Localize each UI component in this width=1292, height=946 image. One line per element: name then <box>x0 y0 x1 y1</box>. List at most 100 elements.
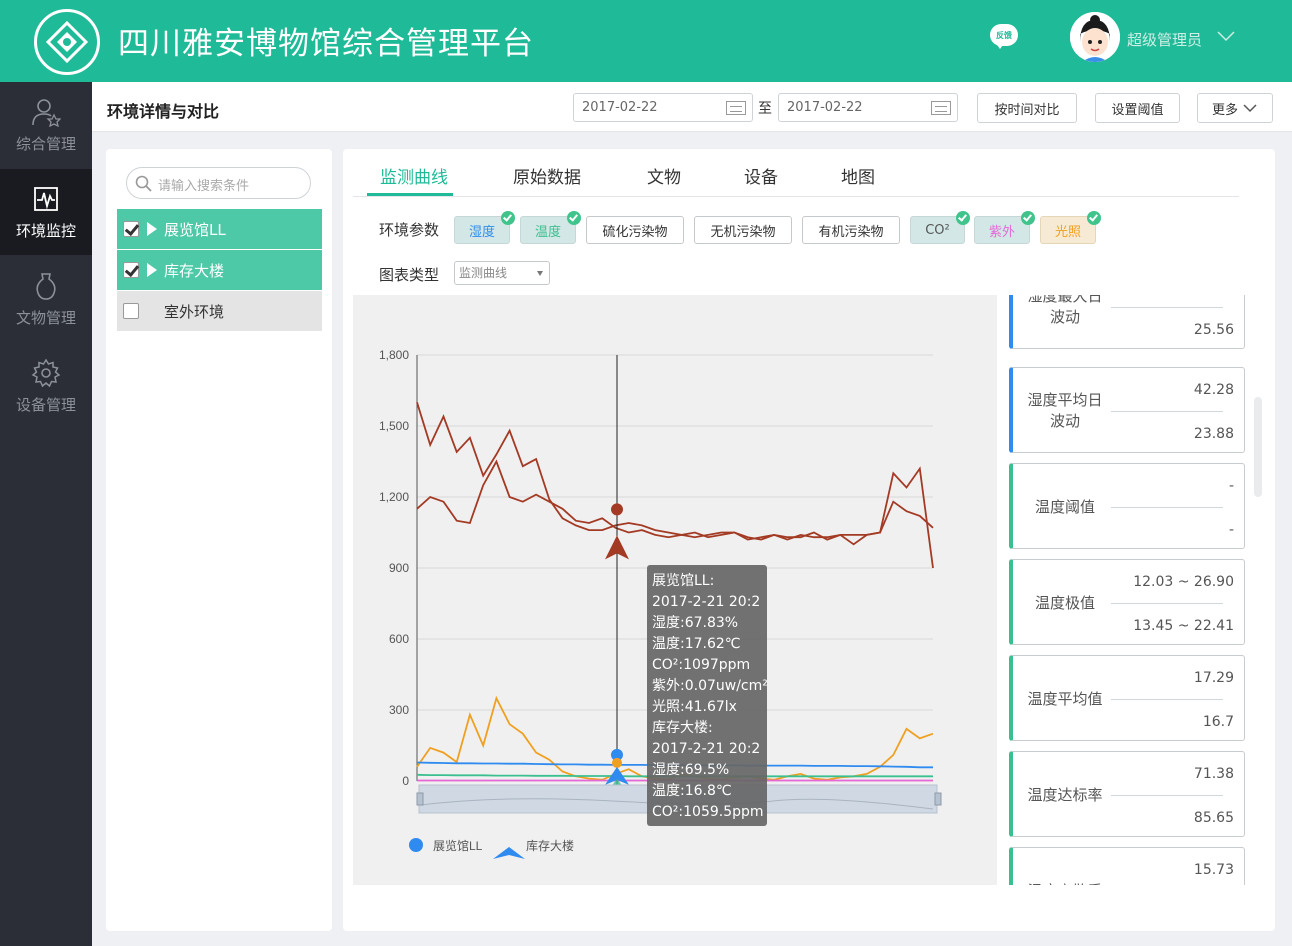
check-badge-icon <box>1087 211 1101 225</box>
search-input[interactable]: 请输入搜索条件 <box>126 167 311 199</box>
tooltip-line: 光照:41.67lx <box>652 699 737 715</box>
tree-item-label: 库存大楼 <box>164 262 225 280</box>
y-tick-label: 1,200 <box>379 490 409 504</box>
gear-icon <box>31 358 61 387</box>
compare-by-time-button[interactable]: 按时间对比 <box>977 93 1077 123</box>
museum-logo <box>34 9 100 75</box>
stat-divider <box>1111 699 1223 700</box>
stat-card: 湿度最大日波动42.4425.56 <box>1009 295 1245 349</box>
tooltip-line: 紫外:0.07uw/cm² <box>652 678 768 694</box>
stat-name: 温度极值 <box>1034 594 1095 612</box>
tooltip-line: 湿度:67.83% <box>652 615 739 631</box>
sidebar-item-relics[interactable]: 文物管理 <box>0 256 92 342</box>
stat-name: 温度离散系 <box>1021 881 1109 885</box>
param-label: 温度 <box>534 224 561 240</box>
start-date-input[interactable]: 2017-02-22 <box>573 93 753 122</box>
env-param-label: 环境参数 <box>379 221 440 239</box>
data-zoom-handle-left[interactable] <box>416 792 424 806</box>
search-icon <box>135 175 152 192</box>
tree-item-exhibition-hall[interactable]: 展览馆LL <box>117 209 322 249</box>
data-zoom-handle-right[interactable] <box>934 792 942 806</box>
user-name[interactable]: 超级管理员 <box>1127 29 1202 50</box>
stat-name: 温度阈值 <box>1034 498 1095 516</box>
expand-arrow-icon[interactable] <box>147 222 157 236</box>
chevron-down-icon[interactable] <box>1216 30 1236 42</box>
tree-item-outdoor[interactable]: 室外环境 <box>117 291 322 331</box>
legend-marker-arrow[interactable] <box>493 847 525 859</box>
calendar-icon[interactable] <box>726 101 746 115</box>
stat-value-primary: 17.29 <box>1193 670 1234 686</box>
legend-label[interactable]: 展览馆LL <box>433 838 483 853</box>
tree-item-label: 展览馆LL <box>164 221 226 239</box>
stat-value-primary: - <box>1228 478 1234 494</box>
stat-divider <box>1111 307 1223 308</box>
expand-arrow-icon[interactable] <box>147 263 157 277</box>
tree-item-label: 室外环境 <box>164 303 225 321</box>
legend-marker-circle[interactable] <box>409 838 423 852</box>
tree-checkbox[interactable] <box>123 262 139 278</box>
stats-list: 湿度最大日波动42.4425.56 湿度平均日波动 42.28 23.88 温度阈值 - -… <box>1007 295 1247 885</box>
tree-checkbox[interactable] <box>123 221 139 237</box>
chart-type-select[interactable]: 监测曲线 <box>454 261 550 285</box>
param-humidity[interactable]: 湿度 <box>454 211 515 244</box>
stat-value-primary: 71.38 <box>1193 766 1234 782</box>
legend-label[interactable]: 库存大楼 <box>526 838 574 853</box>
param-organic-pollutant[interactable]: 有机污染物 <box>802 216 900 244</box>
feedback-bubble-tail <box>995 42 1005 49</box>
chevron-down-icon <box>1243 104 1257 113</box>
param-co2[interactable]: CO² <box>910 211 970 244</box>
more-button[interactable]: 更多 <box>1197 93 1273 123</box>
start-date-value: 2017-02-22 <box>582 100 658 115</box>
stat-value-secondary: 25.56 <box>1193 322 1234 338</box>
tooltip-line: 湿度:69.5% <box>652 762 730 778</box>
tooltip-line: 展览馆LL: <box>652 573 715 589</box>
dropdown-arrow-icon <box>537 271 543 276</box>
y-tick-label: 900 <box>389 561 409 575</box>
stat-value-secondary: - <box>1228 522 1234 538</box>
feedback-button[interactable]: 反馈 <box>990 24 1018 50</box>
search-placeholder: 请输入搜索条件 <box>158 179 250 194</box>
tab-map[interactable]: 地图 <box>841 163 875 188</box>
tab-raw-data[interactable]: 原始数据 <box>513 163 581 188</box>
tooltip-line: 库存大楼: <box>652 720 713 736</box>
sub-header: 环境详情与对比 2017-02-22 至 2017-02-22 按时间对比 设置… <box>92 82 1292 132</box>
series-line <box>416 459 934 546</box>
sidebar-item-devices[interactable]: 设备管理 <box>0 343 92 429</box>
param-label: 湿度 <box>468 224 495 240</box>
tab-devices[interactable]: 设备 <box>744 163 778 188</box>
tree-item-storage-building[interactable]: 库存大楼 <box>117 250 322 290</box>
param-label: 硫化污染物 <box>602 224 668 240</box>
param-inorganic-pollutant[interactable]: 无机污染物 <box>694 216 792 244</box>
tree-checkbox[interactable] <box>123 303 139 319</box>
param-label: 无机污染物 <box>710 224 776 240</box>
tab-divider <box>353 196 1239 197</box>
tooltip-line: CO²:1059.5ppm <box>652 804 764 820</box>
tooltip-line: 2017-2-21 20:2 <box>652 741 761 757</box>
pulse-monitor-icon <box>34 186 58 211</box>
user-star-icon <box>32 98 61 127</box>
stat-value-primary: 15.73 <box>1193 862 1234 878</box>
app-title: 四川雅安博物馆综合管理平台 <box>118 26 534 62</box>
tab-relics[interactable]: 文物 <box>647 163 681 188</box>
end-date-input[interactable]: 2017-02-22 <box>778 93 958 122</box>
avatar[interactable] <box>1070 12 1120 62</box>
param-sulfide-pollutant[interactable]: 硫化污染物 <box>586 216 684 244</box>
param-temperature[interactable]: 温度 <box>520 211 581 244</box>
check-badge-icon <box>567 211 581 225</box>
sidebar-item-overview[interactable]: 综合管理 <box>0 82 92 168</box>
param-illumination[interactable]: 光照 <box>1040 211 1101 244</box>
param-label: 光照 <box>1054 224 1081 240</box>
tab-monitor-curve[interactable]: 监测曲线 <box>380 163 448 188</box>
tooltip-line: 温度:17.62℃ <box>652 636 741 652</box>
calendar-icon[interactable] <box>931 101 951 115</box>
chart-area[interactable]: 1,800 1,500 1,200 900 600 300 0 展览馆LL 库存大楼 展览馆LL… <box>353 295 997 885</box>
set-threshold-button[interactable]: 设置阈值 <box>1095 93 1180 123</box>
param-uv[interactable]: 紫外 <box>974 211 1035 244</box>
logo-emblem-icon <box>45 20 89 64</box>
stats-scrollbar[interactable] <box>1254 397 1262 497</box>
vase-icon <box>36 272 56 300</box>
stat-card: 湿度平均日波动 42.28 23.88 <box>1009 367 1245 453</box>
end-date-value: 2017-02-22 <box>787 100 863 115</box>
param-label: CO² <box>925 222 950 238</box>
sidebar-item-env-monitor[interactable]: 环境监控 <box>0 169 92 255</box>
